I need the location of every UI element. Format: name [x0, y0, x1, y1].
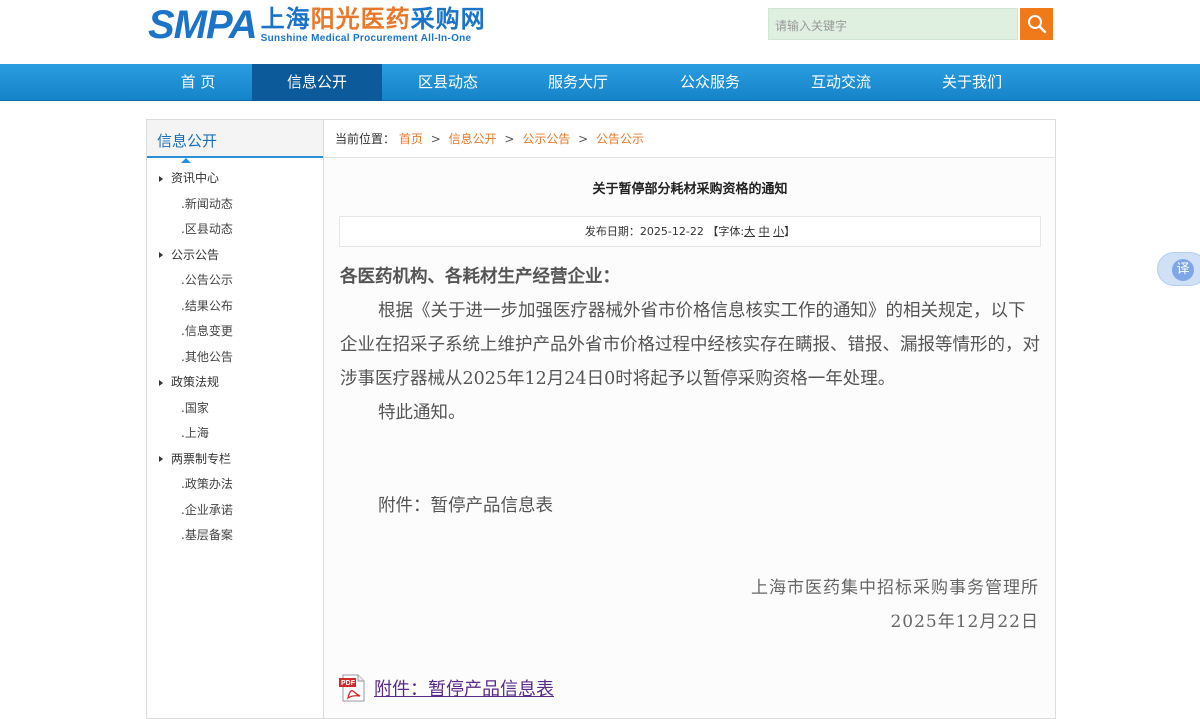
article-title: 关于暂停部分耗材采购资格的通知 [592, 182, 788, 197]
site-logo[interactable]: SMPA 上海阳光医药采购网 Sunshine Medical Procurem… [148, 3, 486, 47]
nav-info-public[interactable]: 信息公开 [252, 64, 382, 101]
sidebar-item-news[interactable]: .新闻动态 [147, 192, 323, 218]
article-body: 各医药机构、各耗材生产经营企业： 根据《关于进一步加强医疗器械外省市价格信息核实… [340, 260, 1042, 430]
sidebar-item-announcements[interactable]: 公示公告 [147, 243, 323, 269]
breadcrumb-info-public[interactable]: 信息公开 [449, 132, 497, 146]
sidebar-item-policy-measures[interactable]: .政策办法 [147, 472, 323, 498]
nav-public-service[interactable]: 公众服务 [645, 64, 775, 101]
search-input[interactable]: 请输入关键字 [768, 8, 1018, 40]
main-nav: 首 页 信息公开 区县动态 服务大厅 公众服务 互动交流 关于我们 [0, 64, 1200, 101]
sidebar-item-notice[interactable]: .公告公示 [147, 268, 323, 294]
caret-right-icon [159, 175, 163, 182]
attachment-link-text[interactable]: 附件：暂停产品信息表 [374, 675, 554, 701]
translate-widget[interactable]: 译 [1157, 252, 1200, 286]
site-header: SMPA 上海阳光医药采购网 Sunshine Medical Procurem… [0, 0, 1200, 64]
font-size-small[interactable]: 小 [773, 225, 784, 238]
nav-interaction[interactable]: 互动交流 [776, 64, 906, 101]
article-panel: 当前位置： 首页 > 信息公开 > 公示公告 > 公告公示 关于暂停部分耗材采购… [324, 119, 1056, 719]
sidebar-item-commitments[interactable]: .企业承诺 [147, 498, 323, 524]
article-greeting: 各医药机构、各耗材生产经营企业： [340, 267, 620, 287]
attachment-link[interactable]: PDF 附件：暂停产品信息表 [338, 673, 554, 703]
signature-date: 2025年12月22日 [890, 612, 1039, 632]
search-icon [1027, 15, 1046, 34]
logo-abbr: SMPA [148, 3, 258, 47]
nav-service-hall[interactable]: 服务大厅 [513, 64, 643, 101]
search-button[interactable] [1020, 8, 1053, 40]
sidebar-item-national[interactable]: .国家 [147, 396, 323, 422]
article-paragraph: 根据《关于进一步加强医疗器械外省市价格信息核实工作的通知》的相关规定，以下企业在… [340, 301, 1040, 389]
sidebar-item-filing[interactable]: .基层备案 [147, 523, 323, 549]
breadcrumb-home[interactable]: 首页 [399, 132, 423, 146]
breadcrumb-notice[interactable]: 公告公示 [596, 132, 644, 146]
sidebar-item-changes[interactable]: .信息变更 [147, 319, 323, 345]
caret-right-icon [159, 456, 163, 462]
sidebar-item-two-invoice[interactable]: 两票制专栏 [147, 447, 323, 473]
breadcrumb: 当前位置： 首页 > 信息公开 > 公示公告 > 公告公示 [324, 120, 1055, 158]
sidebar-item-results[interactable]: .结果公布 [147, 294, 323, 320]
sidebar-item-shanghai[interactable]: .上海 [147, 421, 323, 447]
article-closing: 特此通知。 [378, 403, 466, 423]
font-size-medium[interactable]: 中 [759, 225, 770, 238]
nav-about[interactable]: 关于我们 [907, 64, 1037, 101]
nav-district-news[interactable]: 区县动态 [383, 64, 513, 101]
caret-right-icon [159, 379, 163, 386]
sidebar-item-district[interactable]: .区县动态 [147, 217, 323, 243]
sidebar: 信息公开 资讯中心 .新闻动态 .区县动态 公示公告 .公告公示 .结果公布 .… [146, 119, 324, 719]
sidebar-item-policies[interactable]: 政策法规 [147, 370, 323, 396]
translate-icon: 译 [1172, 259, 1194, 281]
font-size-large[interactable]: 大 [744, 225, 755, 238]
caret-right-icon [159, 252, 163, 258]
article-meta: 发布日期：2025-12-22 【字体:大 中 小】 [339, 216, 1041, 247]
logo-en-subtitle: Sunshine Medical Procurement All-In-One [260, 33, 472, 44]
sidebar-item-other[interactable]: .其他公告 [147, 345, 323, 371]
sidebar-item-news-center[interactable]: 资讯中心 [147, 166, 323, 192]
logo-cn-title: 上海阳光医药采购网 [260, 4, 486, 33]
sidebar-title: 信息公开 [147, 120, 323, 163]
signature-org: 上海市医药集中招标采购事务管理所 [751, 578, 1039, 598]
article-attachment-note: 附件：暂停产品信息表 [378, 496, 553, 516]
pdf-icon: PDF [339, 674, 365, 702]
nav-home[interactable]: 首 页 [133, 64, 263, 101]
svg-text:PDF: PDF [341, 680, 356, 687]
breadcrumb-announcements[interactable]: 公示公告 [522, 132, 570, 146]
article-signature: 上海市医药集中招标采购事务管理所 2025年12月22日 [751, 571, 1039, 639]
